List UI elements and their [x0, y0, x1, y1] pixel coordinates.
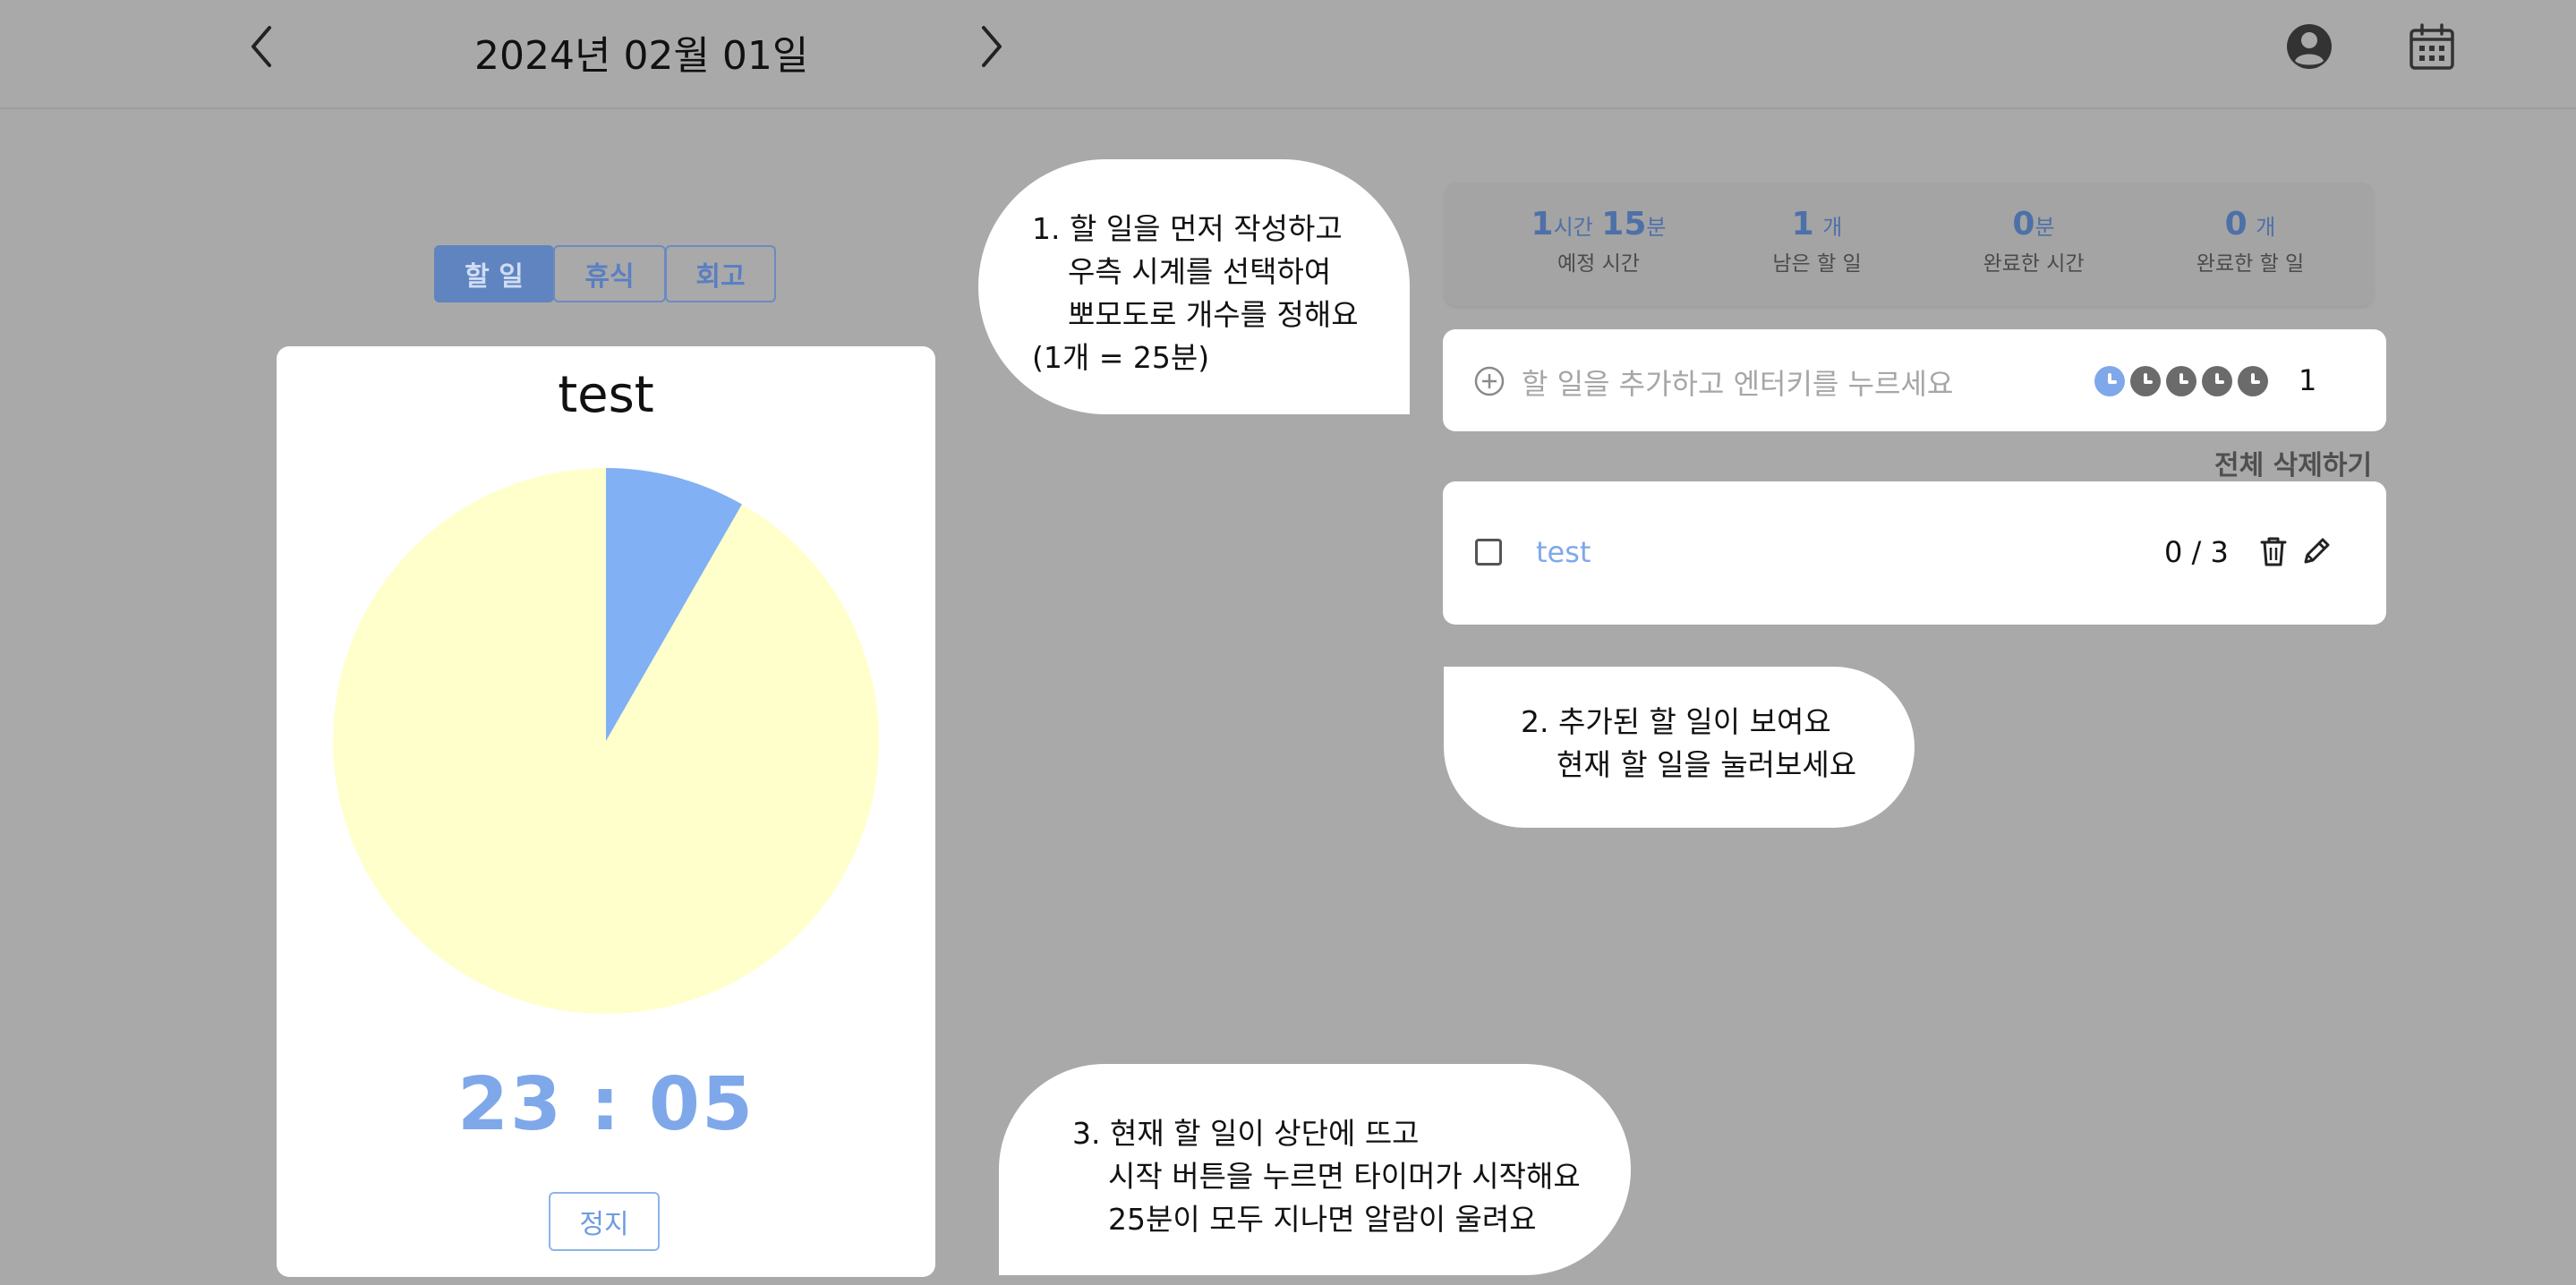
pomodoro-count: 1	[2299, 363, 2317, 397]
guide-1-line-4: (1개 = 25분)	[1032, 340, 1210, 375]
timer-pie-chart	[333, 468, 879, 1014]
pomodoro-clock-icon-4[interactable]	[2202, 366, 2232, 396]
todo-text[interactable]: test	[1536, 535, 1591, 569]
header: 2024년 02월 01일	[0, 0, 2576, 109]
guide-3-line-1: 3. 현재 할 일이 상단에 뜨고	[1072, 1116, 1420, 1151]
guide-1-line-2: 우측 시계를 선택하여	[1068, 254, 1332, 289]
pomodoro-clock-icon-1[interactable]	[2094, 366, 2125, 396]
current-task-title: test	[558, 366, 654, 424]
pencil-icon	[2304, 538, 2330, 564]
stop-button[interactable]: 정지	[549, 1192, 660, 1251]
todo-item[interactable]: test 0 / 3	[1443, 481, 2386, 625]
pomodoro-clock-icon-5[interactable]	[2238, 366, 2268, 396]
todo-progress: 0 / 3	[2164, 535, 2229, 569]
timer-display: 23 : 05	[456, 1062, 755, 1147]
pomodoro-clock-icon-3[interactable]	[2166, 366, 2196, 396]
tab-break[interactable]: 휴식	[553, 245, 666, 302]
guide-2-line-2: 현재 할 일을 눌러보세요	[1557, 747, 1857, 782]
guide-bubble-1: 1. 할 일을 먼저 작성하고 우측 시계를 선택하여 뽀모도로 개수를 정해요…	[978, 159, 1410, 414]
guide-1-line-1: 1. 할 일을 먼저 작성하고	[1032, 211, 1343, 246]
chevron-left-icon	[252, 26, 271, 67]
calendar-button[interactable]	[2406, 21, 2458, 73]
pomodoro-clock-icon-2[interactable]	[2130, 366, 2161, 396]
stat-completed-time: 0분 완료한 시간	[1983, 206, 2085, 276]
plus-circle-icon	[1474, 366, 1505, 396]
stat-planned-time: 1시간 15분 예정 시간	[1531, 206, 1667, 276]
guide-bubble-3: 3. 현재 할 일이 상단에 뜨고 시작 버튼을 누르면 타이머가 시작해요 2…	[999, 1064, 1631, 1275]
guide-3-line-3: 25분이 모두 지나면 알람이 울려요	[1108, 1202, 1537, 1237]
guide-3-line-2: 시작 버튼을 누르면 타이머가 시작해요	[1108, 1159, 1581, 1194]
tab-review[interactable]: 회고	[665, 245, 776, 302]
user-avatar-icon	[2287, 24, 2332, 69]
calendar-icon	[2410, 23, 2454, 70]
profile-button[interactable]	[2284, 21, 2334, 72]
current-date: 2024년 02월 01일	[474, 33, 809, 79]
todo-checkbox[interactable]	[1475, 539, 1502, 566]
chevron-right-icon	[982, 26, 1002, 67]
stats-panel: 1시간 15분 예정 시간 1 개 남은 할 일 0분 완료한 시간 0 개 완…	[1445, 183, 2374, 306]
prev-date-button[interactable]	[235, 20, 288, 73]
add-task-input[interactable]: 할 일을 추가하고 엔터키를 누르세요 1	[1443, 329, 2386, 431]
guide-1-line-3: 뽀모도로 개수를 정해요	[1068, 297, 1359, 332]
guide-bubble-2: 2. 추가된 할 일이 보여요 현재 할 일을 눌러보세요	[1444, 667, 1915, 828]
timer-card: test 23 : 05 정지	[277, 346, 935, 1277]
todo-list: test 0 / 3	[1443, 481, 2386, 625]
edit-todo-button[interactable]	[2299, 533, 2334, 569]
guide-2-line-1: 2. 추가된 할 일이 보여요	[1521, 704, 1831, 739]
tab-todo[interactable]: 할 일	[434, 245, 554, 302]
stat-completed-tasks: 0 개 완료한 할 일	[2196, 206, 2305, 276]
trash-icon	[2260, 537, 2287, 566]
add-task-placeholder: 할 일을 추가하고 엔터키를 누르세요	[1522, 367, 1954, 401]
stat-remaining-tasks: 1 개 남은 할 일	[1772, 206, 1862, 276]
delete-all-button[interactable]: 전체 삭제하기	[2214, 443, 2372, 482]
next-date-button[interactable]	[965, 20, 1019, 73]
delete-todo-button[interactable]	[2256, 533, 2291, 569]
